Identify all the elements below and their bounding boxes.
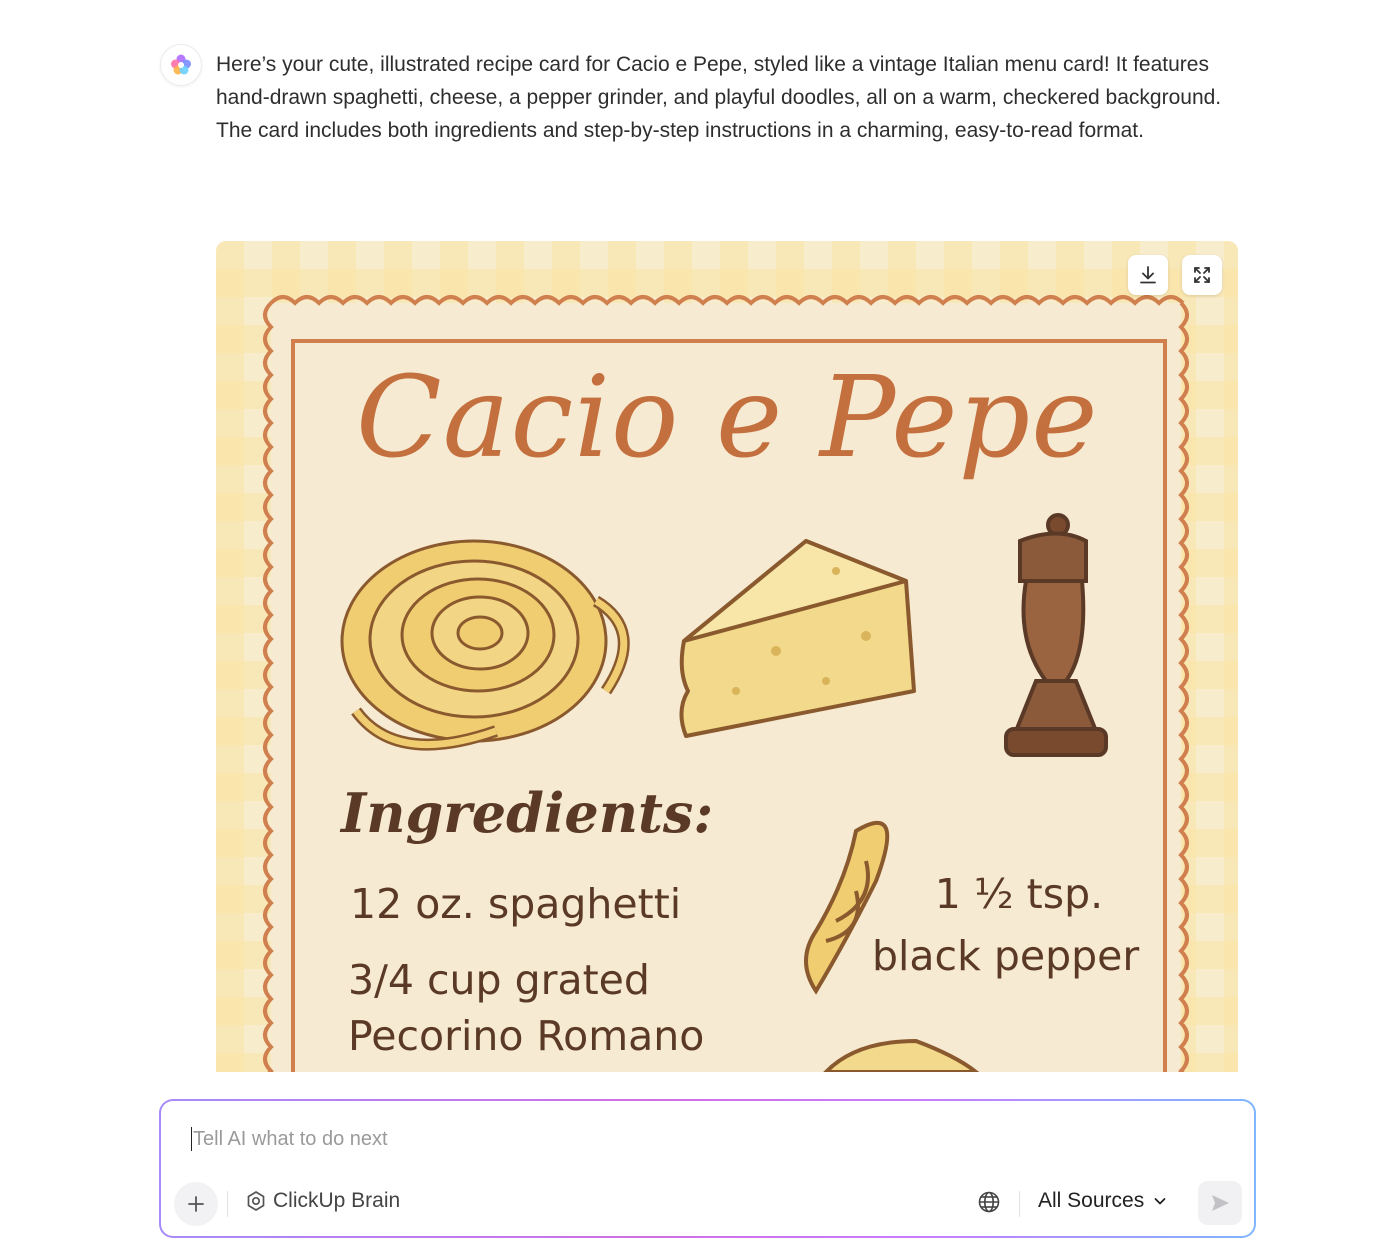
sources-label: All Sources bbox=[1038, 1189, 1145, 1212]
ai-composer: Tell AI what to do next ClickUp Brain Al… bbox=[159, 1099, 1256, 1238]
chevron-down-icon bbox=[1154, 1198, 1166, 1205]
brain-icon bbox=[247, 1191, 265, 1211]
ingredient-cheese-line2: Pecorino Romano bbox=[348, 1012, 705, 1060]
text-caret bbox=[191, 1127, 192, 1151]
recipe-title: Cacio e Pepe bbox=[356, 353, 1099, 483]
download-button[interactable] bbox=[1128, 255, 1168, 295]
brain-selector-button[interactable]: ClickUp Brain bbox=[245, 1189, 400, 1213]
assistant-message: Here’s your cute, illustrated recipe car… bbox=[216, 53, 1222, 142]
ingredient-spaghetti: 12 oz. spaghetti bbox=[350, 880, 682, 928]
globe-icon bbox=[978, 1191, 1000, 1213]
plus-icon bbox=[188, 1196, 204, 1212]
clickup-brain-icon bbox=[171, 54, 191, 75]
send-icon bbox=[1212, 1195, 1229, 1211]
ingredient-cheese-line1: 3/4 cup grated bbox=[348, 956, 650, 1004]
ingredient-pepper-line1: 1 ½ tsp. bbox=[934, 870, 1104, 918]
ingredients-heading: Ingredients: bbox=[341, 781, 714, 845]
composer-divider-right bbox=[1019, 1191, 1020, 1217]
assistant-avatar bbox=[160, 44, 202, 86]
add-attachment-button[interactable] bbox=[174, 1182, 218, 1226]
generated-recipe-image[interactable]: Cacio e Pepe Ingredients: 12 oz. spaghet… bbox=[216, 241, 1238, 1072]
prompt-placeholder: Tell AI what to do next bbox=[193, 1127, 388, 1150]
web-search-button[interactable] bbox=[977, 1190, 1001, 1219]
expand-button[interactable] bbox=[1182, 255, 1222, 295]
prompt-input[interactable]: Tell AI what to do next bbox=[191, 1127, 1091, 1151]
ingredient-pepper-line2: black pepper bbox=[872, 932, 1140, 980]
sources-dropdown[interactable]: All Sources bbox=[1038, 1189, 1168, 1213]
chat-page: Here’s your cute, illustrated recipe car… bbox=[0, 0, 1400, 1252]
composer-divider bbox=[227, 1191, 228, 1217]
send-button[interactable] bbox=[1198, 1181, 1242, 1225]
brain-label: ClickUp Brain bbox=[273, 1189, 401, 1212]
expand-icon bbox=[1194, 267, 1210, 283]
download-icon bbox=[1140, 266, 1156, 284]
